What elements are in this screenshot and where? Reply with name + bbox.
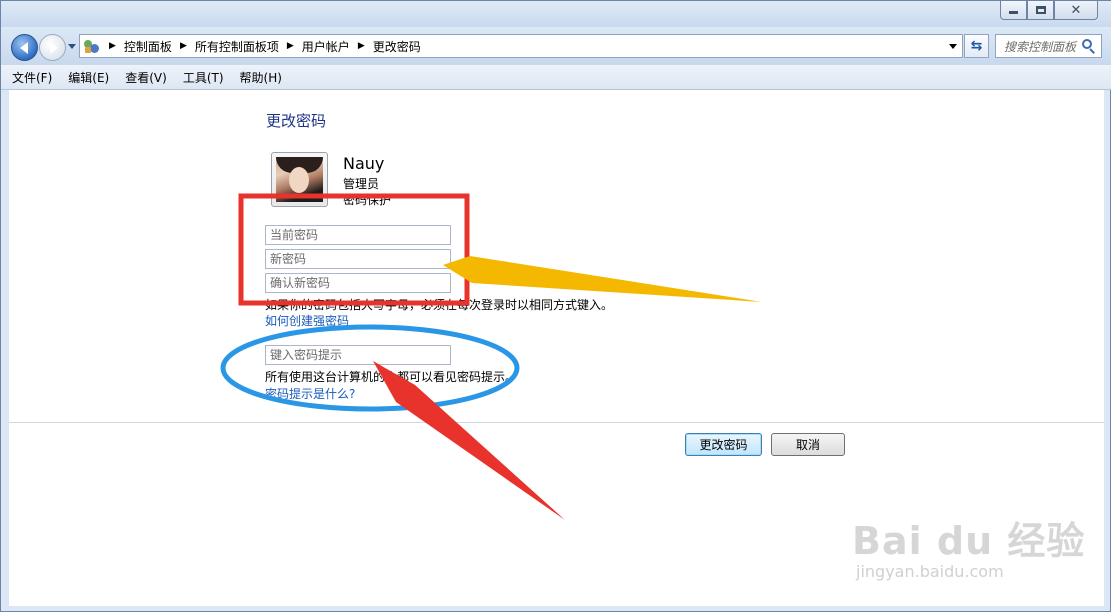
menu-tools[interactable]: 工具(T): [183, 69, 224, 86]
confirm-password-field[interactable]: [265, 273, 451, 293]
menu-edit[interactable]: 编辑(E): [68, 69, 109, 86]
minimize-button[interactable]: [1000, 1, 1027, 20]
avatar: [271, 152, 328, 207]
caps-note: 如果你的密码包括大写字母，必须在每次登录时以相同方式键入。: [265, 298, 614, 312]
menu-file[interactable]: 文件(F): [12, 69, 52, 86]
maximize-button[interactable]: [1027, 1, 1054, 20]
breadcrumb-user-accounts[interactable]: 用户帐户: [302, 38, 350, 55]
user-role: 管理员: [343, 177, 380, 191]
minimize-icon: [1009, 11, 1018, 14]
recent-pages-dropdown[interactable]: [68, 44, 76, 49]
close-button[interactable]: ✕: [1054, 1, 1098, 20]
address-bar[interactable]: ▶ 控制面板 ▶ 所有控制面板项 ▶ 用户帐户 ▶ 更改密码: [79, 34, 963, 58]
refresh-icon: ⇆: [970, 38, 983, 54]
breadcrumb-control-panel[interactable]: 控制面板: [124, 38, 172, 55]
back-button[interactable]: [11, 34, 38, 61]
new-password-field[interactable]: [265, 249, 451, 269]
page-title: 更改密码: [266, 112, 327, 130]
what-is-hint-link[interactable]: 密码提示是什么?: [265, 385, 355, 402]
user-name: Nauy: [343, 154, 385, 173]
current-password-field[interactable]: [265, 225, 451, 245]
watermark-logo: Bai du 经验: [852, 519, 1086, 563]
menu-bar: 文件(F) 编辑(E) 查看(V) 工具(T) 帮助(H): [1, 65, 1111, 90]
baidu-watermark: Bai du 经验 jingyan.baidu.com: [852, 510, 1084, 590]
password-hint-field[interactable]: [265, 345, 451, 365]
cancel-button[interactable]: 取消: [771, 433, 845, 456]
forward-arrow-icon: [49, 41, 58, 54]
user-photo: [276, 157, 323, 202]
breadcrumb-change-password[interactable]: 更改密码: [373, 38, 421, 55]
breadcrumb-all-items[interactable]: 所有控制面板项: [195, 38, 279, 55]
search-box[interactable]: 搜索控制面板: [995, 34, 1102, 58]
control-panel-icon: [83, 38, 101, 54]
window-controls: ✕: [1000, 1, 1098, 20]
breadcrumb-chevron-icon[interactable]: ▶: [358, 41, 365, 51]
address-dropdown-icon[interactable]: [949, 44, 957, 49]
change-password-button[interactable]: 更改密码: [685, 433, 762, 456]
back-arrow-icon: [19, 41, 28, 54]
search-input[interactable]: 搜索控制面板: [1004, 38, 1082, 55]
search-icon[interactable]: [1082, 39, 1096, 54]
refresh-button[interactable]: ⇆: [964, 34, 989, 58]
strong-password-link[interactable]: 如何创建强密码: [265, 312, 349, 329]
close-icon: ✕: [1070, 2, 1082, 18]
breadcrumb-chevron-icon[interactable]: ▶: [287, 41, 294, 51]
maximize-icon: [1035, 6, 1046, 14]
breadcrumb-chevron-icon[interactable]: ▶: [180, 41, 187, 51]
breadcrumb: ▶ 控制面板 ▶ 所有控制面板项 ▶ 用户帐户 ▶ 更改密码: [101, 38, 421, 55]
menu-help[interactable]: 帮助(H): [240, 69, 282, 86]
breadcrumb-chevron-icon[interactable]: ▶: [109, 41, 116, 51]
forward-button[interactable]: [39, 34, 66, 61]
user-status: 密码保护: [343, 193, 392, 207]
watermark-url: jingyan.baidu.com: [856, 562, 1004, 581]
title-bar: ✕: [1, 1, 1111, 27]
menu-view[interactable]: 查看(V): [125, 69, 167, 86]
divider: [9, 422, 1104, 423]
hint-visibility-note: 所有使用这台计算机的人都可以看见密码提示。: [265, 370, 518, 384]
navigation-bar: ▶ 控制面板 ▶ 所有控制面板项 ▶ 用户帐户 ▶ 更改密码 ⇆ 搜索控制面板: [1, 27, 1111, 65]
